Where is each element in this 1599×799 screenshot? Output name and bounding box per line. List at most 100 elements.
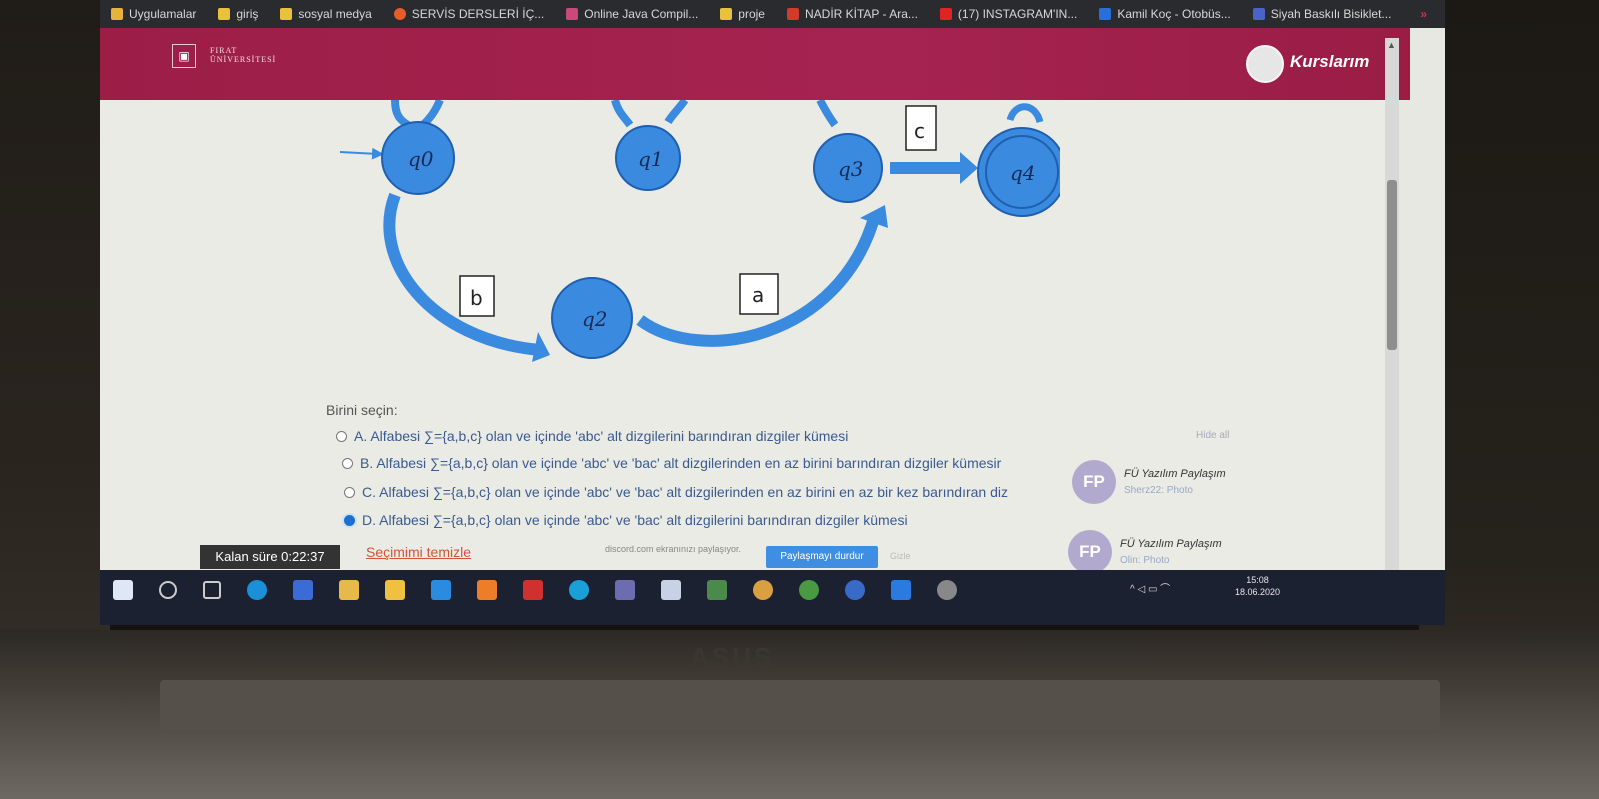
stop-sharing-button[interactable]: Paylaşmayı durdur [766,546,878,568]
bookmark-nadir-kitap[interactable]: NADİR KİTAP - Ara... [776,0,929,28]
mail-icon[interactable] [431,580,451,600]
bookmark-label: Online Java Compil... [584,7,699,21]
skype-icon[interactable] [247,580,267,600]
bookmark-label: Kamil Koç - Otobüs... [1117,7,1231,21]
my-courses-link[interactable]: Kurslarım [1290,52,1369,72]
university-logo-icon[interactable]: ▣ [172,44,196,68]
folder-icon [280,8,293,20]
app-icon[interactable] [937,580,957,600]
task-view-icon[interactable] [203,581,221,599]
bookmark-label: NADİR KİTAP - Ara... [804,7,918,21]
hide-all-button[interactable]: Hide all [1196,430,1229,441]
share-subtitle: Olin: Photo [1120,555,1170,566]
bookmark-label: Uygulamalar [129,7,197,21]
radio-d-selected[interactable] [344,514,355,526]
share-card-1[interactable]: FP FÜ Yazılım Paylaşım Sherz22: Photo [1072,460,1226,504]
store-icon[interactable] [339,580,359,600]
edge-label-b: b [470,286,483,310]
q1-in-arrow [611,100,634,128]
share-avatar: FP [1068,530,1112,574]
scrollbar-thumb[interactable] [1387,180,1397,350]
bookmark-giris[interactable]: giriş [207,0,269,28]
pdf-icon[interactable] [523,580,543,600]
bookmark-label: Siyah Baskılı Bisiklet... [1270,7,1392,21]
q1-arc [664,100,689,125]
edge-icon[interactable] [891,580,911,600]
shop-icon [1252,8,1265,20]
q0-to-q2-arrow [383,192,541,356]
answer-option-c[interactable]: C. Alfabesi ∑={a,b,c} olan ve içinde 'ab… [344,484,1008,500]
answer-option-a[interactable]: A. Alfabesi ∑={a,b,c} olan ve içinde 'ab… [336,428,848,444]
bookmark-label: (17) INSTAGRAM'IN... [957,7,1078,21]
bookmark-instagram[interactable]: (17) INSTAGRAM'IN... [929,0,1088,28]
folder-icon [720,8,733,20]
share-avatar: FP [1072,460,1116,504]
radio-c[interactable] [344,486,355,498]
state-q3-label: q3 [838,157,864,181]
state-q2-label: q2 [582,307,608,331]
hide-share-bar-button[interactable]: Gizle [890,551,911,561]
app-icon[interactable] [293,580,313,600]
code-icon [566,8,579,20]
laptop-keyboard-edge [160,680,1440,730]
clear-selection-link[interactable]: Seçimimi temizle [366,544,471,560]
bookmark-label: proje [738,7,765,21]
search-icon[interactable] [159,581,177,599]
bookmark-bisiklet[interactable]: Siyah Baskılı Bisiklet... [1242,0,1403,28]
chrome-profile-icon[interactable] [799,580,819,600]
answer-option-b[interactable]: B. Alfabesi ∑={a,b,c} olan ve içinde 'ab… [342,455,1001,471]
question-prompt: Birini seçin: [326,402,398,418]
radio-b[interactable] [342,457,353,469]
bookmark-kamil-koc[interactable]: Kamil Koç - Otobüs... [1088,0,1241,28]
windows-start-icon[interactable] [113,580,133,600]
folder-icon [218,8,231,20]
option-b-label: B. Alfabesi ∑={a,b,c} olan ve içinde 'ab… [360,455,1002,471]
bookmark-label: giriş [236,7,259,21]
bookmark-label: SERVİS DERSLERİ İÇ... [411,7,545,21]
q0-loop-arc [421,100,444,127]
windows-taskbar: ^ ◁ ▭ ⌒ 15:08 18.06.2020 [100,570,1445,625]
start-arrow [339,147,384,160]
user-avatar[interactable] [1246,45,1284,83]
photos-icon[interactable] [707,580,727,600]
asus-logo: ASUS [690,642,775,672]
university-name: FIRAT ÜNİVERSİTESİ [210,46,276,64]
taskbar-clock[interactable]: 15:08 18.06.2020 [1235,574,1280,598]
site-header: ▣ FIRAT ÜNİVERSİTESİ Kurslarım [100,28,1410,100]
university-name-line1: FIRAT [210,46,238,55]
edge-label-c: c [914,119,925,143]
share-title: FÜ Yazılım Paylaşım [1124,468,1226,480]
youtube-icon [939,8,952,20]
share-subtitle: Sherz22: Photo [1124,485,1193,496]
bookmark-online-java[interactable]: Online Java Compil... [555,0,709,28]
scroll-up-icon[interactable]: ▲ [1387,40,1396,50]
visual-studio-icon[interactable] [615,580,635,600]
share-card-2[interactable]: FP FÜ Yazılım Paylaşım Olin: Photo [1068,530,1222,574]
bookmarks-overflow-button[interactable]: » [1420,7,1445,21]
bookmark-servis-dersleri[interactable]: SERVİS DERSLERİ İÇ... [383,0,556,28]
state-q4-label: q4 [1010,161,1036,185]
chrome-icon[interactable] [753,580,773,600]
screen-share-notice: discord.com ekranınızı paylaşıyor. [605,544,742,554]
q4-loop-arrow [1006,103,1044,124]
system-tray[interactable]: ^ ◁ ▭ ⌒ [1130,580,1170,595]
radio-a[interactable] [336,430,347,442]
remaining-time: Kalan süre 0:22:37 [200,545,340,569]
answer-option-d[interactable]: D. Alfabesi ∑={a,b,c} olan ve içinde 'ab… [344,512,908,528]
state-q1-label: q1 [638,147,664,171]
file-explorer-icon[interactable] [385,580,405,600]
automaton-diagram: q0 q1 q3 q4 q2 c b a [300,100,1060,375]
q3-in-arrow [816,100,839,128]
bookmark-sosyal-medya[interactable]: sosyal medya [269,0,382,28]
arduino-icon[interactable] [569,580,589,600]
chrome-active-icon[interactable] [845,580,865,600]
bookmark-apps[interactable]: Uygulamalar [100,0,207,28]
vlc-icon[interactable] [477,580,497,600]
app-icon[interactable] [661,580,681,600]
apps-grid-icon [111,8,123,20]
option-a-label: A. Alfabesi ∑={a,b,c} olan ve içinde 'ab… [354,428,849,444]
bookmark-proje[interactable]: proje [709,0,776,28]
automaton-diagram-svg: q0 q1 q3 q4 q2 c b a [339,100,1060,362]
option-c-label: C. Alfabesi ∑={a,b,c} olan ve içinde 'ab… [362,484,1008,500]
taskbar-icons [100,570,970,610]
